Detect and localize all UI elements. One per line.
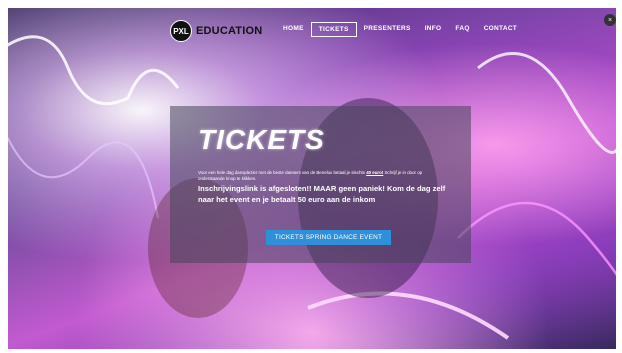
nav-item-faq[interactable]: FAQ xyxy=(448,22,476,37)
logo-text: EDUCATION xyxy=(196,25,263,37)
registration-closed-notice: Inschrijvingslink is afgesloten!! MAAR g… xyxy=(198,184,446,204)
page-title: TICKETS xyxy=(198,124,325,155)
nav-item-tickets[interactable]: TICKETS xyxy=(310,22,357,37)
price-highlight: 40 euro! xyxy=(366,170,384,175)
top-navigation-bar: PXL EDUCATION HOME TICKETS PRESENTERS IN… xyxy=(8,8,616,50)
price-info-text: Voor een hele dag dansplezier met de bes… xyxy=(198,170,448,182)
tickets-panel: TICKETS Voor een hele dag dansplezier me… xyxy=(170,106,471,263)
main-nav: HOME TICKETS PRESENTERS INFO FAQ CONTACT xyxy=(276,22,524,37)
hero-background: PXL EDUCATION HOME TICKETS PRESENTERS IN… xyxy=(8,8,616,349)
tickets-button[interactable]: TICKETS SPRING DANCE EVENT xyxy=(266,230,391,245)
nav-item-home[interactable]: HOME xyxy=(276,22,311,37)
nav-item-presenters[interactable]: PRESENTERS xyxy=(357,22,418,37)
logo-badge: PXL xyxy=(170,20,192,42)
brand-logo[interactable]: PXL EDUCATION xyxy=(170,20,262,42)
nav-item-contact[interactable]: CONTACT xyxy=(477,22,524,37)
close-icon[interactable]: × xyxy=(604,14,616,26)
price-info-before: Voor een hele dag dansplezier met de bes… xyxy=(198,170,367,175)
nav-item-info[interactable]: INFO xyxy=(418,22,449,37)
